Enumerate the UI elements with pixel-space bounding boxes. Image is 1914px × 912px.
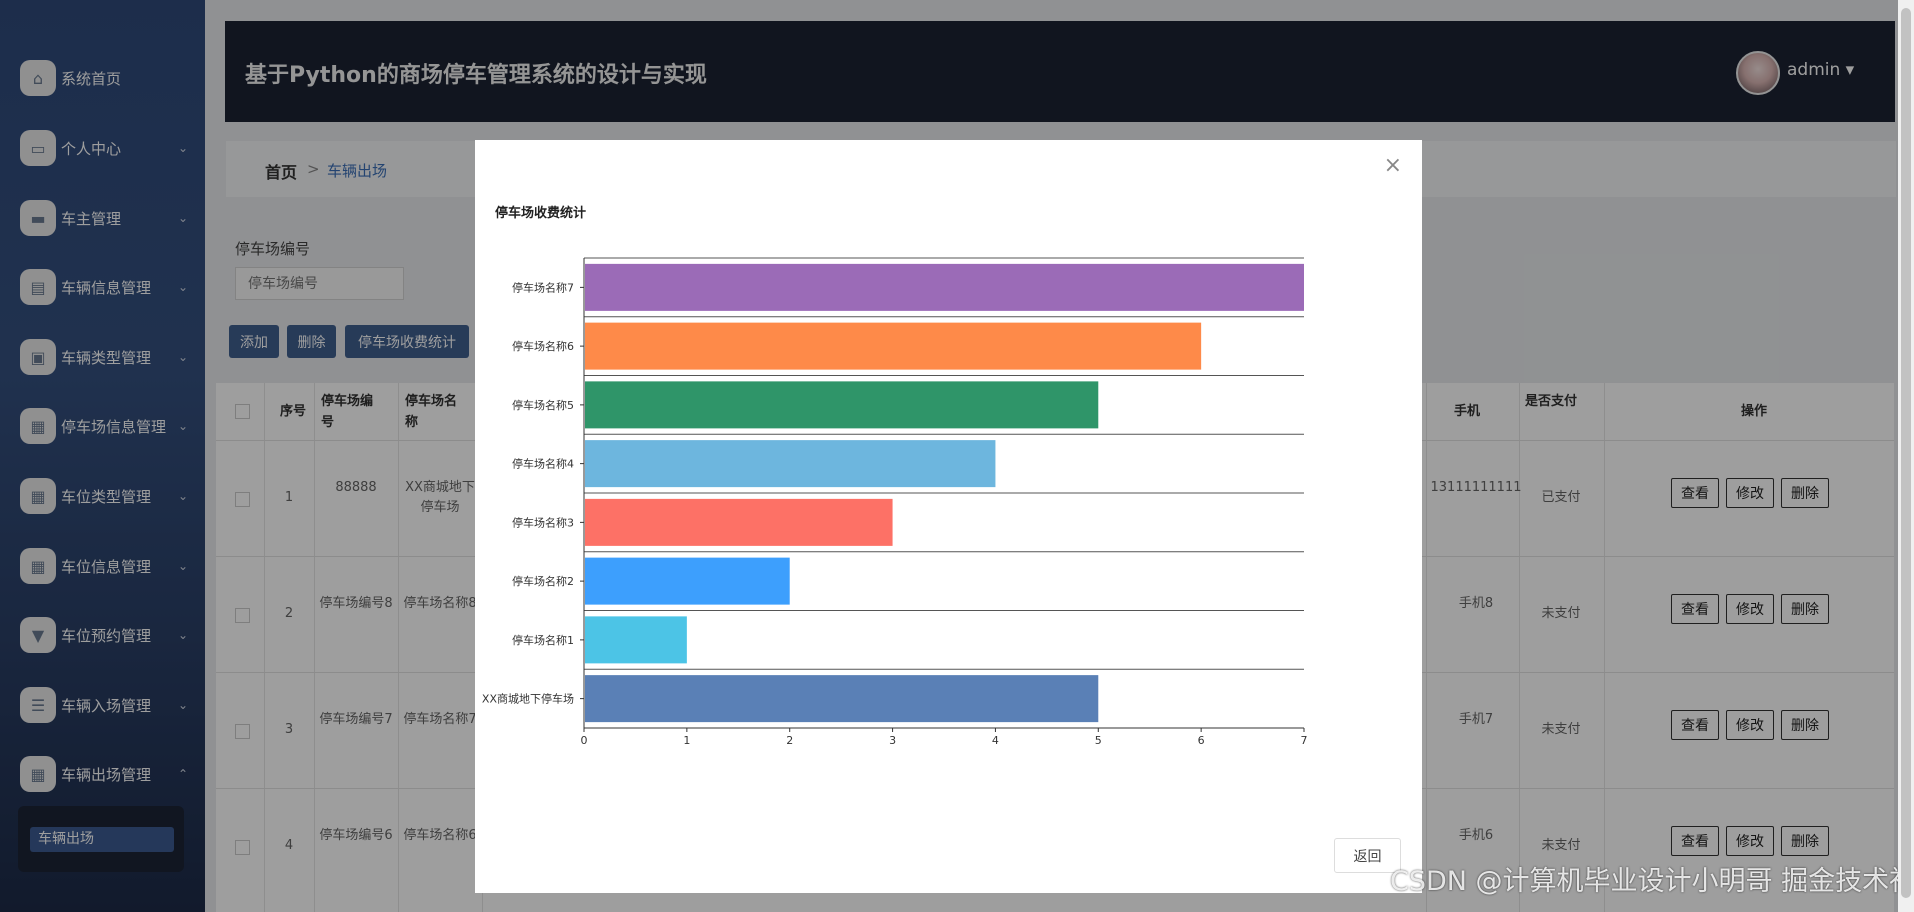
y-tick-label: 停车场名称3 [512,515,574,529]
x-tick-label: 1 [683,734,690,747]
y-tick-label: 停车场名称5 [512,398,574,412]
y-tick-label: 停车场名称1 [512,633,574,647]
y-tick-label: 停车场名称2 [512,574,574,588]
scrollbar-thumb[interactable] [1901,8,1911,898]
y-tick-label: 停车场名称4 [512,457,574,471]
stats-modal: × 停车场收费统计 停车场名称7 停车场名称6 停车场名称5 停车场名称4 停车场名称3… [475,140,1422,893]
bar-chart: 停车场名称7 停车场名称6 停车场名称5 停车场名称4 停车场名称3 停车场名称2 停车场名… [482,257,1308,747]
y-tick-label: 停车场名称7 [512,280,574,294]
bar [585,381,1099,429]
close-icon[interactable]: × [1384,153,1402,178]
x-tick-label: 5 [1095,734,1102,747]
x-tick-label: 4 [992,734,999,747]
x-tick-label: 7 [1301,734,1308,747]
bar [585,440,996,488]
y-tick-label: XX商城地下停车场 [482,692,574,706]
bar [585,263,1304,311]
bar [585,322,1202,370]
chart-title: 停车场收费统计 [495,206,587,221]
page-scrollbar[interactable] [1898,0,1914,912]
bar [585,498,893,546]
x-tick-label: 2 [786,734,793,747]
watermark: CSDN @计算机毕业设计小明哥 掘金技术社区 [1390,866,1914,897]
bar [585,675,1099,723]
y-tick-label: 停车场名称6 [512,339,574,353]
bar [585,616,687,664]
bar [585,557,790,605]
x-tick-label: 6 [1198,734,1205,747]
x-tick-label: 3 [889,734,896,747]
x-tick-label: 0 [581,734,588,747]
